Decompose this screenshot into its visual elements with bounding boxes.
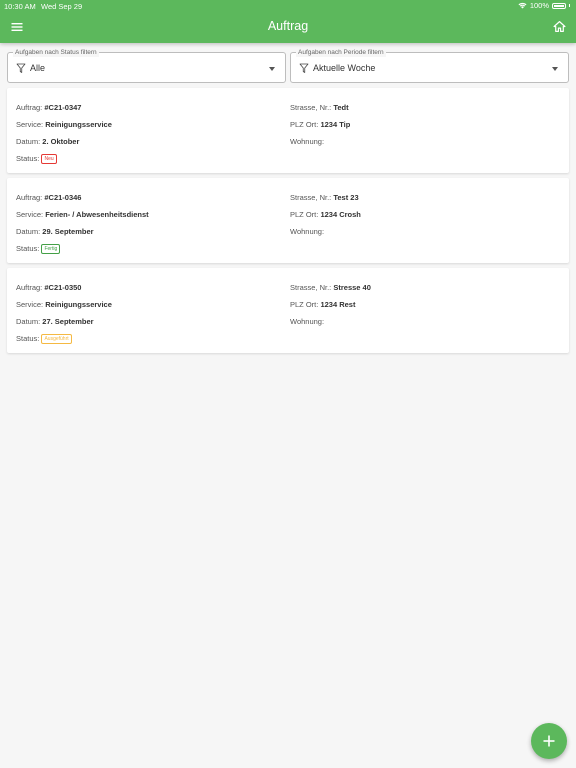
status-row: Status: Neu [16,150,276,167]
status-label: Status: [16,334,40,343]
home-button[interactable] [553,20,566,33]
order-id: #C21-0346 [44,193,82,202]
service-value: Reinigungsservice [45,120,112,129]
street-label: Strasse, Nr.: [290,193,332,202]
zip-city-label: PLZ Ort: [290,120,319,129]
apartment-row: Wohnung: [290,313,560,330]
zip-city-value: 1234 Crosh [320,210,361,219]
status-bar: 10:30 AM Wed Sep 29 100% [0,0,576,12]
address-details: Strasse, Nr.: Stresse 40 PLZ Ort: 1234 R… [290,279,560,330]
street-value: Test 23 [333,193,359,202]
date-label: Datum: [16,137,41,146]
service-label: Service: [16,210,44,219]
date-value: 27. September [42,317,94,326]
status-time: 10:30 AM [4,2,36,11]
order-id: #C21-0350 [44,283,82,292]
address-details: Strasse, Nr.: Tedt PLZ Ort: 1234 Tip Woh… [290,99,560,150]
status-filter-label: Aufgaben nach Status filtern [13,48,99,57]
zip-city-label: PLZ Ort: [290,210,319,219]
order-id-label: Auftrag: [16,193,43,202]
status-label: Status: [16,154,40,163]
app-header: 10:30 AM Wed Sep 29 100% Auftrag [0,0,576,43]
apartment-label: Wohnung: [290,137,325,146]
order-card[interactable]: Auftrag: #C21-0346 Service: Ferien- / Ab… [7,178,569,263]
zip-city-row: PLZ Ort: 1234 Crosh [290,206,560,223]
order-details: Auftrag: #C21-0347 Service: Reinigungsse… [16,99,276,167]
street-row: Strasse, Nr.: Tedt [290,99,560,116]
zip-city-row: PLZ Ort: 1234 Rest [290,296,560,313]
street-value: Stresse 40 [333,283,371,292]
service-row: Service: Reinigungsservice [16,296,276,313]
status-row: Status: Fertig [16,240,276,257]
service-row: Service: Ferien- / Abwesenheitsdienst [16,206,276,223]
zip-city-value: 1234 Tip [320,120,351,129]
service-row: Service: Reinigungsservice [16,116,276,133]
order-id-row: Auftrag: #C21-0346 [16,189,276,206]
home-icon [553,21,566,32]
apartment-label: Wohnung: [290,317,325,326]
date-row: Datum: 29. September [16,223,276,240]
order-id-label: Auftrag: [16,103,43,112]
zip-city-row: PLZ Ort: 1234 Tip [290,116,560,133]
street-row: Strasse, Nr.: Stresse 40 [290,279,560,296]
status-row: Status: Ausgeführt [16,330,276,347]
wifi-icon [518,2,527,9]
chevron-down-icon [552,67,558,71]
street-label: Strasse, Nr.: [290,283,332,292]
battery-icon [552,2,566,9]
street-label: Strasse, Nr.: [290,103,332,112]
chevron-down-icon [269,67,275,71]
order-card[interactable]: Auftrag: #C21-0347 Service: Reinigungsse… [7,88,569,173]
period-filter-value: Aktuelle Woche [313,63,376,73]
order-id-row: Auftrag: #C21-0347 [16,99,276,116]
zip-city-label: PLZ Ort: [290,300,319,309]
battery-percent: 100% [529,1,549,10]
service-value: Reinigungsservice [45,300,112,309]
page-title: Auftrag [267,19,309,33]
status-label: Status: [16,244,40,253]
status-badge: Ausgeführt [41,334,72,344]
order-id-label: Auftrag: [16,283,43,292]
status-filter-value: Alle [30,63,46,73]
plus-icon [543,735,555,747]
status-date: Wed Sep 29 [41,2,83,11]
date-label: Datum: [16,227,41,236]
status-badge: Fertig [41,244,61,254]
service-label: Service: [16,120,44,129]
apartment-label: Wohnung: [290,227,325,236]
filter-icon [299,63,309,73]
order-details: Auftrag: #C21-0346 Service: Ferien- / Ab… [16,189,276,257]
battery-cap [569,4,570,7]
status-badge: Neu [41,154,57,164]
status-right: 100% [518,1,570,10]
street-row: Strasse, Nr.: Test 23 [290,189,560,206]
service-label: Service: [16,300,44,309]
period-filter-select[interactable]: Aufgaben nach Periode filtern Aktuelle W… [290,48,569,83]
order-details: Auftrag: #C21-0350 Service: Reinigungsse… [16,279,276,347]
apartment-row: Wohnung: [290,133,560,150]
date-value: 2. Oktober [42,137,80,146]
apartment-row: Wohnung: [290,223,560,240]
street-value: Tedt [333,103,349,112]
date-value: 29. September [42,227,94,236]
order-card[interactable]: Auftrag: #C21-0350 Service: Reinigungsse… [7,268,569,353]
zip-city-value: 1234 Rest [320,300,356,309]
order-id: #C21-0347 [44,103,82,112]
status-filter-select[interactable]: Aufgaben nach Status filtern Alle [7,48,286,83]
add-order-button[interactable] [531,723,567,759]
order-id-row: Auftrag: #C21-0350 [16,279,276,296]
service-value: Ferien- / Abwesenheitsdienst [45,210,149,219]
date-label: Datum: [16,317,41,326]
date-row: Datum: 2. Oktober [16,133,276,150]
period-filter-label: Aufgaben nach Periode filtern [296,48,386,57]
address-details: Strasse, Nr.: Test 23 PLZ Ort: 1234 Cros… [290,189,560,240]
date-row: Datum: 27. September [16,313,276,330]
filter-icon [16,63,26,73]
